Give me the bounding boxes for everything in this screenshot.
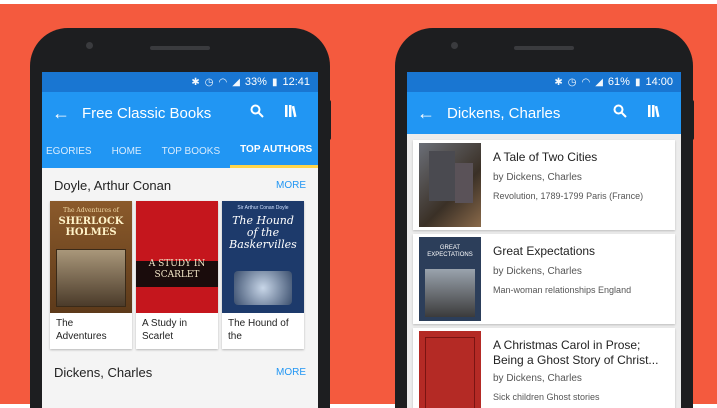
thumb-tower <box>455 163 473 203</box>
camera-icon <box>86 42 93 49</box>
tab-categories[interactable]: EGORIES <box>42 134 102 168</box>
left-phone: ✱ ◷ ◠ ◢ 33% ▮ 12:41 ← Free Classic Books… <box>30 28 330 408</box>
left-screen: ✱ ◷ ◠ ◢ 33% ▮ 12:41 ← Free Classic Books… <box>42 72 318 408</box>
search-icon[interactable] <box>603 104 637 122</box>
app-title: Free Classic Books <box>82 104 212 122</box>
cover-title: The Hound of the Baskervilles <box>229 214 297 251</box>
list-item[interactable]: A Tale of Two Cities by Dickens, Charles… <box>413 140 675 230</box>
top-border <box>0 0 717 4</box>
app-title: Dickens, Charles <box>447 104 561 122</box>
book-title: A Tale of Two Cities <box>493 150 598 164</box>
cover-illustration <box>234 271 292 305</box>
clock: 14:00 <box>645 76 673 88</box>
cover-subtitle: The Adventures of <box>63 207 119 214</box>
bluetooth-icon: ✱ <box>191 76 200 88</box>
list-item[interactable]: A Christmas Carol in Prose; Being a Ghos… <box>413 328 675 408</box>
cover-illustration <box>425 269 475 317</box>
library-icon[interactable] <box>274 104 308 122</box>
book-cover: Sir Arthur Conan Doyle The Hound of the … <box>222 201 304 313</box>
cover-frame <box>425 337 475 408</box>
camera-icon <box>451 42 458 49</box>
library-icon[interactable] <box>637 104 671 122</box>
book-subject: Man-woman relationships England <box>493 285 632 295</box>
tab-home[interactable]: HOME <box>102 134 152 168</box>
author-name: Doyle, Arthur Conan <box>54 178 172 193</box>
thumb-tower <box>429 151 455 201</box>
book-info: Great Expectations by Dickens, Charles M… <box>487 234 675 324</box>
right-phone: ✱ ◷ ◠ ◢ 61% ▮ 14:00 ← Dickens, Charles A… <box>395 28 693 408</box>
book-cover: The Adventures of SHERLOCK HOLMES <box>50 201 132 313</box>
book-info: A Christmas Carol in Prose; Being a Ghos… <box>487 328 675 408</box>
wifi-icon: ◠ <box>218 76 228 88</box>
battery-icon: ▮ <box>634 76 641 88</box>
clock: 12:41 <box>282 76 310 88</box>
speaker <box>514 46 574 50</box>
book-author: by Dickens, Charles <box>493 373 582 384</box>
cover-title: GREAT EXPECTATIONS <box>427 245 473 258</box>
tab-top-books[interactable]: TOP BOOKS <box>152 134 231 168</box>
battery-level: 61% <box>607 76 630 88</box>
signal-icon: ◢ <box>595 76 603 88</box>
cover-title: SHERLOCK HOLMES <box>58 216 124 238</box>
book-title: The Adventures <box>56 318 107 342</box>
book-author: by Dickens, Charles <box>493 172 582 183</box>
book-thumbnail <box>419 143 481 227</box>
cover-author: Sir Arthur Conan Doyle <box>237 205 289 211</box>
book-title: A Study in Scarlet <box>142 318 188 342</box>
search-icon[interactable] <box>240 104 274 122</box>
alarm-icon: ◷ <box>567 76 577 88</box>
book-subject: Sick children Ghost stories <box>493 392 600 402</box>
book-thumbnail: GREAT EXPECTATIONS <box>419 237 481 321</box>
back-arrow-icon[interactable]: ← <box>52 103 82 124</box>
more-link[interactable]: MORE <box>276 367 306 378</box>
wifi-icon: ◠ <box>581 76 591 88</box>
book-author: by Dickens, Charles <box>493 266 582 277</box>
cover-title: A STUDY IN SCARLET <box>148 259 206 280</box>
book-title: The Hound of the <box>228 318 289 342</box>
status-bar: ✱ ◷ ◠ ◢ 61% ▮ 14:00 <box>407 72 681 92</box>
book-thumbnail <box>419 331 481 408</box>
book-cover: A STUDY IN SCARLET <box>136 201 218 313</box>
back-arrow-icon[interactable]: ← <box>417 103 447 124</box>
alarm-icon: ◷ <box>204 76 214 88</box>
signal-icon: ◢ <box>232 76 240 88</box>
battery-level: 33% <box>244 76 267 88</box>
book-title: A Christmas Carol in Prose; Being a Ghos… <box>493 338 659 367</box>
book-card[interactable]: Sir Arthur Conan Doyle The Hound of the … <box>222 201 304 349</box>
speaker <box>150 46 210 50</box>
book-subject: Revolution, 1789-1799 Paris (France) <box>493 191 644 201</box>
book-title: Great Expectations <box>493 244 596 258</box>
bluetooth-icon: ✱ <box>554 76 563 88</box>
author-name: Dickens, Charles <box>54 365 153 380</box>
author-section-header: Dickens, Charles MORE <box>42 351 318 386</box>
book-card[interactable]: A STUDY IN SCARLET A Study in Scarlet <box>136 201 218 349</box>
status-bar: ✱ ◷ ◠ ◢ 33% ▮ 12:41 <box>42 72 318 92</box>
more-link[interactable]: MORE <box>276 180 306 191</box>
app-bar: ← Dickens, Charles <box>407 92 681 134</box>
right-screen: ✱ ◷ ◠ ◢ 61% ▮ 14:00 ← Dickens, Charles A… <box>407 72 681 408</box>
book-row: The Adventures of SHERLOCK HOLMES The Ad… <box>42 199 318 351</box>
battery-icon: ▮ <box>271 76 278 88</box>
tab-bar: EGORIES HOME TOP BOOKS TOP AUTHORS <box>42 134 318 168</box>
cover-illustration <box>56 249 126 307</box>
list-item[interactable]: GREAT EXPECTATIONS Great Expectations by… <box>413 234 675 324</box>
book-info: A Tale of Two Cities by Dickens, Charles… <box>487 140 675 230</box>
author-section-header: Doyle, Arthur Conan MORE <box>42 168 318 199</box>
tab-top-authors[interactable]: TOP AUTHORS <box>230 134 318 168</box>
book-card[interactable]: The Adventures of SHERLOCK HOLMES The Ad… <box>50 201 132 349</box>
app-bar: ← Free Classic Books <box>42 92 318 134</box>
